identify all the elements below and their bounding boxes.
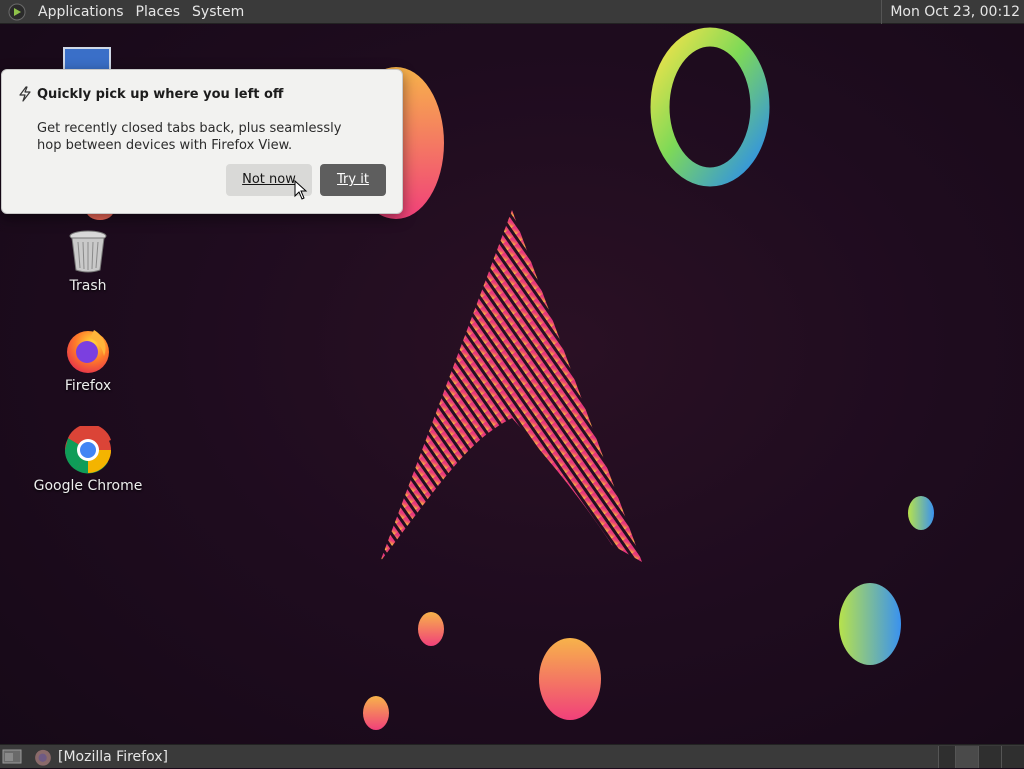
- clock[interactable]: Mon Oct 23, 00:12: [881, 0, 1024, 24]
- computer-icon[interactable]: [63, 47, 113, 71]
- workspace-switcher: [938, 745, 1024, 769]
- try-it-button[interactable]: Try it: [320, 164, 386, 196]
- bottom-panel: [Mozilla Firefox]: [0, 744, 1024, 768]
- popup-body: Get recently closed tabs back, plus seam…: [37, 121, 342, 153]
- firefox-view-popup: Quickly pick up where you left off Get r…: [1, 69, 403, 214]
- desktop-icon-firefox[interactable]: Firefox: [28, 326, 148, 394]
- firefox-icon: [67, 330, 109, 373]
- desktop-icon-google-chrome[interactable]: Google Chrome: [28, 426, 148, 494]
- menu-logo-icon[interactable]: [8, 3, 26, 21]
- taskbar-item-firefox[interactable]: [Mozilla Firefox]: [34, 745, 168, 769]
- top-panel: Applications Places System Mon Oct 23, 0…: [0, 0, 1024, 24]
- chrome-icon: [64, 426, 111, 474]
- menu-system[interactable]: System: [186, 0, 250, 24]
- taskbar-item-label: [Mozilla Firefox]: [58, 749, 168, 765]
- desktop-icon-trash[interactable]: Trash: [28, 230, 148, 294]
- popup-title-text: Quickly pick up where you left off: [37, 86, 284, 102]
- desktop-icon-label: Google Chrome: [33, 478, 143, 494]
- mouse-cursor-icon: [294, 180, 308, 200]
- desktop-icon-label: Trash: [69, 278, 107, 294]
- workspace-4[interactable]: [1001, 746, 1024, 768]
- firefox-icon: [35, 749, 51, 766]
- menu-places[interactable]: Places: [130, 0, 187, 24]
- popup-title: Quickly pick up where you left off: [18, 86, 283, 102]
- menu-applications[interactable]: Applications: [32, 0, 130, 24]
- trash-icon: [69, 230, 107, 273]
- desktop-icon-label: Firefox: [64, 378, 112, 394]
- workspace-2[interactable]: [955, 746, 978, 768]
- workspace-3[interactable]: [978, 746, 1001, 768]
- lightning-icon: [19, 86, 31, 102]
- show-desktop-icon[interactable]: [2, 748, 22, 765]
- workspace-1[interactable]: [938, 746, 955, 768]
